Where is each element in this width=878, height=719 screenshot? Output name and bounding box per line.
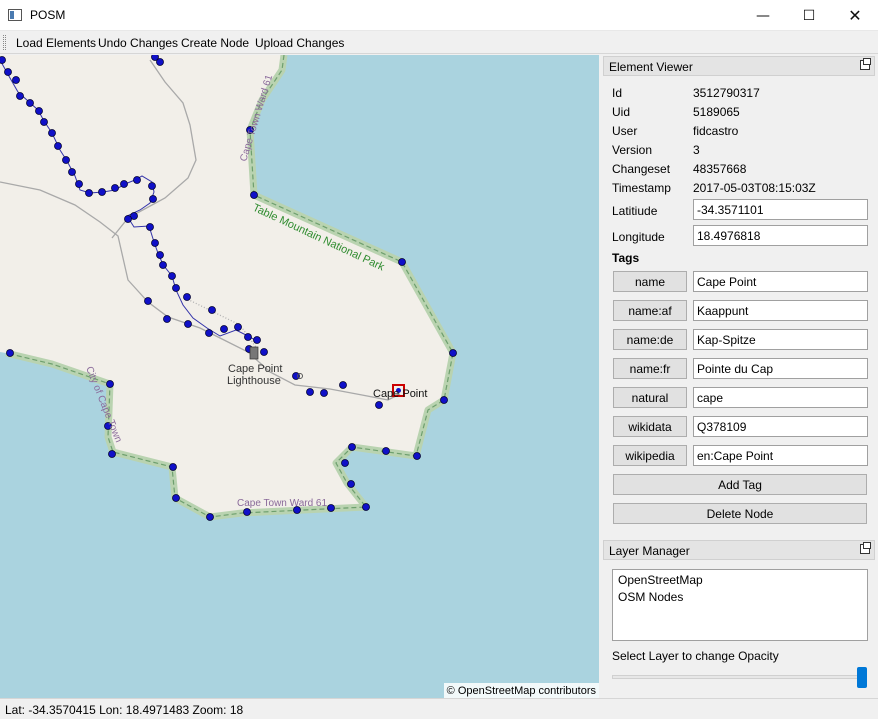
layer-list[interactable]: OpenStreetMap OSM Nodes — [612, 569, 868, 641]
tag-key-button[interactable]: name — [613, 271, 687, 292]
load-elements-button[interactable]: Load Elements — [16, 36, 96, 50]
latitude-input[interactable] — [693, 199, 868, 220]
tag-key-button[interactable]: wikidata — [613, 416, 687, 437]
element-viewer-title: Element Viewer — [609, 60, 693, 74]
tag-key-button[interactable]: name:de — [613, 329, 687, 350]
tag-key-button[interactable]: natural — [613, 387, 687, 408]
tag-value-input[interactable] — [693, 387, 868, 408]
timestamp-label: Timestamp — [612, 181, 671, 195]
map-label-lighthouse-line2: Lighthouse — [227, 375, 281, 387]
tag-value-input[interactable] — [693, 329, 868, 350]
id-value: 3512790317 — [693, 86, 760, 100]
uid-value: 5189065 — [693, 105, 740, 119]
tag-value-input[interactable] — [693, 358, 868, 379]
changeset-label: Changeset — [612, 162, 671, 176]
version-label: Version — [612, 143, 653, 157]
window-title: POSM — [30, 8, 66, 22]
close-button[interactable]: ✕ — [832, 0, 878, 31]
tag-key-button[interactable]: name:fr — [613, 358, 687, 379]
layer-manager-title: Layer Manager — [609, 544, 690, 558]
undock-icon[interactable] — [860, 542, 871, 554]
status-coordinates: Lat: -34.3570415 Lon: 18.4971483 Zoom: 1… — [5, 703, 244, 717]
tag-value-input[interactable] — [693, 416, 868, 437]
app-icon — [8, 9, 22, 21]
create-node-button[interactable]: Create Node — [181, 36, 249, 50]
version-value: 3 — [693, 143, 700, 157]
status-bar: Lat: -34.3570415 Lon: 18.4971483 Zoom: 1… — [0, 698, 878, 719]
id-label: Id — [612, 86, 623, 100]
tag-value-input[interactable] — [693, 271, 868, 292]
user-value: fidcastro — [693, 124, 739, 138]
user-label: User — [612, 124, 638, 138]
layer-item-openstreetmap[interactable]: OpenStreetMap — [618, 573, 703, 587]
latitude-label: Latitiude — [612, 204, 658, 218]
map-label-cape-point: Cape Point — [373, 388, 427, 400]
layer-manager-header: Layer Manager — [603, 540, 875, 560]
element-viewer-header: Element Viewer — [603, 56, 875, 76]
tag-value-input[interactable] — [693, 300, 868, 321]
maximize-button[interactable]: ☐ — [786, 0, 832, 31]
lighthouse-icon — [249, 346, 259, 360]
opacity-slider-track[interactable] — [612, 675, 866, 679]
add-tag-button[interactable]: Add Tag — [613, 474, 867, 495]
tag-key-button[interactable]: name:af — [613, 300, 687, 321]
opacity-label: Select Layer to change Opacity — [612, 649, 779, 663]
upload-changes-button[interactable]: Upload Changes — [255, 36, 344, 50]
map-canvas[interactable]: Cape Town Ward 61 Table Mountain Nationa… — [0, 55, 599, 698]
undock-icon[interactable] — [860, 58, 871, 70]
toolbar: Load Elements Undo Changes Create Node U… — [0, 31, 878, 54]
tags-heading: Tags — [612, 251, 640, 265]
map-label-lighthouse-line1: Cape Point — [228, 363, 282, 375]
layer-item-osm-nodes[interactable]: OSM Nodes — [618, 590, 683, 604]
toolbar-grip-handle[interactable] — [3, 35, 6, 50]
map-attribution: © OpenStreetMap contributors — [443, 683, 599, 698]
longitude-label: Longitude — [612, 230, 665, 244]
minimize-button[interactable]: — — [740, 0, 786, 31]
tag-key-button[interactable]: wikipedia — [613, 445, 687, 466]
map-layer[interactable]: Cape Town Ward 61 Table Mountain Nationa… — [0, 55, 599, 698]
changeset-value: 48357668 — [693, 162, 747, 176]
opacity-slider-handle[interactable] — [857, 667, 867, 688]
timestamp-value: 2017-05-03T08:15:03Z — [693, 181, 816, 195]
uid-label: Uid — [612, 105, 631, 119]
map-label-ward-bottom: Cape Town Ward 61 — [237, 498, 327, 509]
longitude-input[interactable] — [693, 225, 868, 246]
delete-node-button[interactable]: Delete Node — [613, 503, 867, 524]
title-bar: POSM — ☐ ✕ — [0, 0, 878, 31]
tag-value-input[interactable] — [693, 445, 868, 466]
undo-changes-button[interactable]: Undo Changes — [98, 36, 178, 50]
